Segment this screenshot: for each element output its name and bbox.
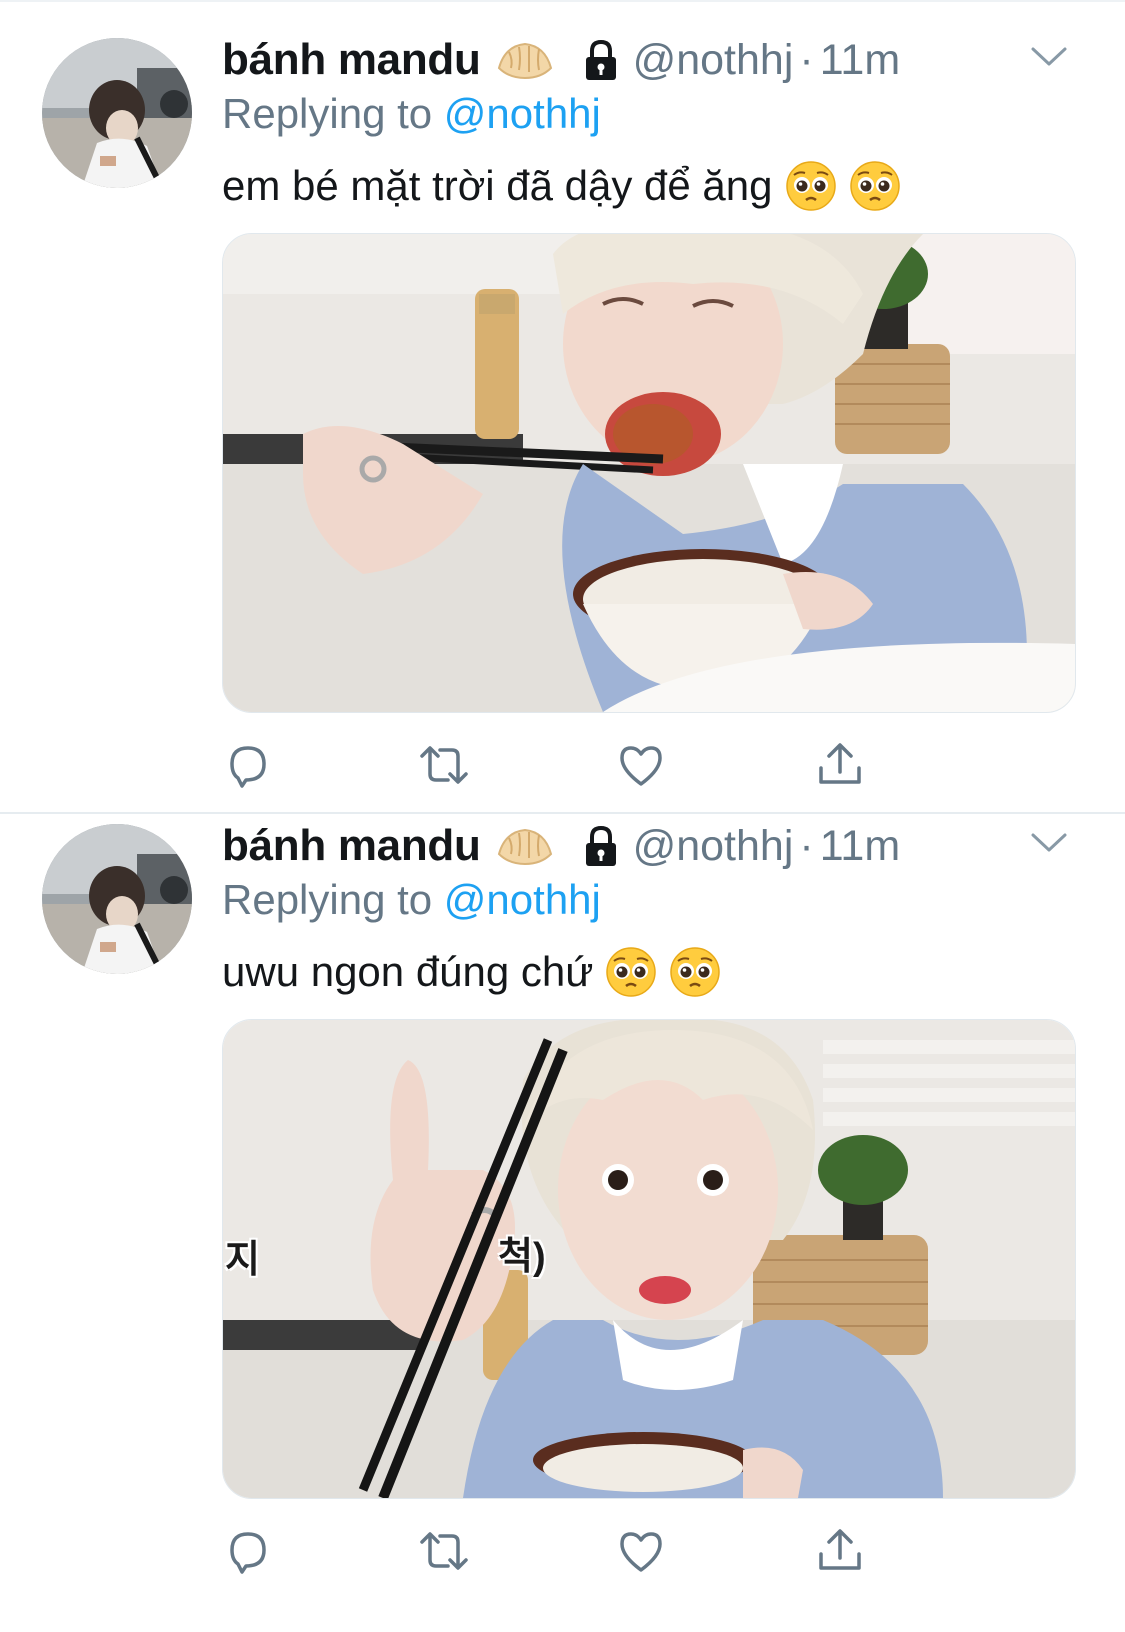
avatar-image — [42, 38, 192, 188]
dumpling-icon — [495, 824, 555, 868]
tweet-body: uwu ngon đúng chứ — [222, 948, 594, 995]
reply-mention-link[interactable]: @nothhj — [444, 876, 601, 923]
pleading-face-icon — [605, 946, 657, 998]
tweet-1[interactable]: bánh mandu @nothhj · 11m Replying to @no… — [0, 0, 1125, 810]
pleading-face-icon — [849, 160, 901, 212]
replying-to: Replying to @nothhj — [222, 876, 601, 924]
retweet-icon[interactable] — [416, 1526, 468, 1576]
retweet-icon[interactable] — [416, 740, 468, 790]
timestamp[interactable]: 11m — [820, 36, 900, 85]
tweet-body: em bé mặt trời đã dậy để ăng — [222, 162, 773, 209]
tweet-2[interactable]: bánh mandu @nothhj · 11m Replying to @no… — [0, 786, 1125, 1596]
display-name[interactable]: bánh mandu — [222, 35, 481, 85]
separator-dot: · — [799, 35, 814, 84]
tweet-actions — [222, 740, 1074, 790]
tweet-header: bánh mandu @nothhj · 11m — [222, 816, 900, 876]
tweet-text: em bé mặt trời đã dậy để ăng — [222, 160, 901, 212]
reply-icon[interactable] — [222, 1526, 272, 1576]
display-name[interactable]: bánh mandu — [222, 821, 481, 871]
reply-icon[interactable] — [222, 740, 272, 790]
avatar-image — [42, 824, 192, 974]
dumpling-icon — [495, 38, 555, 82]
media-caption-right: 척) — [498, 1236, 546, 1278]
handle[interactable]: @nothhj — [633, 822, 794, 871]
photo-thumbs-up — [223, 1020, 1075, 1498]
media-caption-left: 지 — [225, 1239, 260, 1281]
like-icon[interactable] — [616, 1526, 666, 1576]
tweet-photo[interactable] — [222, 233, 1076, 713]
replying-to-label: Replying to — [222, 90, 433, 137]
like-icon[interactable] — [616, 740, 666, 790]
separator-dot: · — [799, 821, 814, 870]
lock-icon — [581, 824, 621, 868]
timestamp[interactable]: 11m — [820, 822, 900, 871]
replying-to-label: Replying to — [222, 876, 433, 923]
pleading-face-icon — [669, 946, 721, 998]
replying-to: Replying to @nothhj — [222, 90, 601, 138]
chevron-down-icon[interactable] — [1029, 830, 1069, 856]
avatar[interactable] — [42, 38, 192, 188]
share-icon[interactable] — [815, 1526, 865, 1576]
share-icon[interactable] — [815, 740, 865, 790]
pleading-face-icon — [785, 160, 837, 212]
chevron-down-icon[interactable] — [1029, 44, 1069, 70]
photo-eating — [223, 234, 1075, 712]
reply-mention-link[interactable]: @nothhj — [444, 90, 601, 137]
avatar[interactable] — [42, 824, 192, 974]
tweet-text: uwu ngon đúng chứ — [222, 946, 721, 998]
tweet-photo[interactable]: 지 척) — [222, 1019, 1076, 1499]
lock-icon — [581, 38, 621, 82]
handle[interactable]: @nothhj — [633, 36, 794, 85]
tweet-header: bánh mandu @nothhj · 11m — [222, 30, 900, 90]
tweet-actions — [222, 1526, 1074, 1576]
